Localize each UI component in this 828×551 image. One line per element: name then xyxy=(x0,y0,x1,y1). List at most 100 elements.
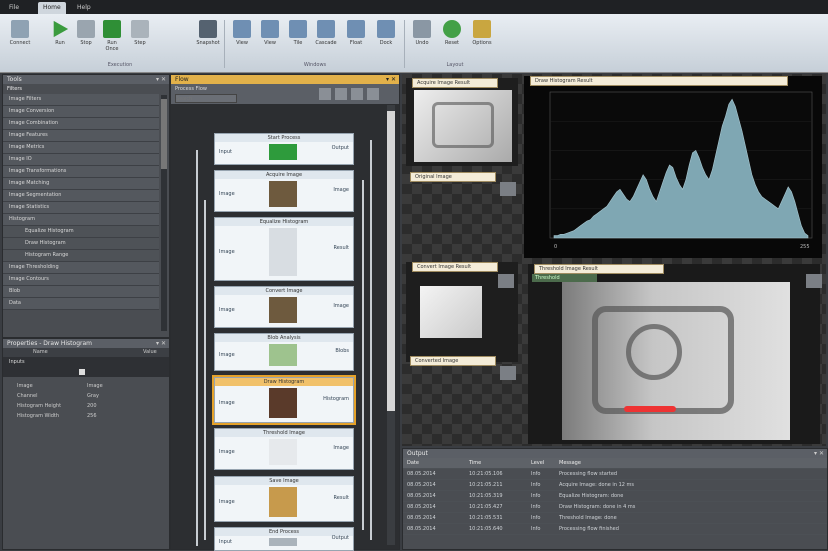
flow-node-input[interactable]: Input xyxy=(219,149,232,155)
histogram-view[interactable]: Draw Histogram Result 0 255 xyxy=(524,76,822,258)
acquire-image-view[interactable]: Acquire Image Result xyxy=(406,78,518,166)
flow-node-input[interactable]: Image xyxy=(219,499,235,505)
flow-node-input[interactable]: Image xyxy=(219,352,235,358)
view-pin-icon[interactable] xyxy=(500,182,516,196)
tools-scrollbar[interactable] xyxy=(161,95,167,331)
flow-node-output[interactable]: Output xyxy=(332,535,349,541)
tab-home[interactable]: Home xyxy=(38,2,66,14)
tree-item[interactable]: Image Conversion xyxy=(3,106,159,118)
run-button[interactable]: Run xyxy=(48,20,72,46)
play-icon xyxy=(53,20,69,38)
view-pin-icon[interactable] xyxy=(498,274,514,288)
tile-button[interactable]: Tile xyxy=(286,20,310,46)
tree-root[interactable]: Filters xyxy=(3,84,169,94)
close-icon[interactable]: ▾ ✕ xyxy=(156,339,166,348)
tree-item[interactable]: Image Contours xyxy=(3,274,159,286)
property-row[interactable]: Histogram Width 256 xyxy=(3,411,169,421)
tree-item[interactable]: Image Transformations xyxy=(3,166,159,178)
zoom-in-icon[interactable] xyxy=(335,88,347,100)
view-button-1[interactable]: View xyxy=(230,20,254,46)
threshold-image-view[interactable]: Threshold Image Result Threshold xyxy=(528,264,820,444)
flow-node-input[interactable]: Image xyxy=(219,307,235,313)
connect-button[interactable]: Connect xyxy=(8,20,32,46)
tree-item[interactable]: Draw Histogram xyxy=(3,238,159,250)
view-pin-icon[interactable] xyxy=(806,274,822,288)
step-button[interactable]: Step xyxy=(128,20,152,46)
tab-help[interactable]: Help xyxy=(72,2,96,14)
tree-item[interactable]: Image Combination xyxy=(3,118,159,130)
flow-node[interactable]: Blob Analysis Image Blobs xyxy=(214,333,354,371)
flow-node-output[interactable]: Result xyxy=(334,495,349,501)
close-icon[interactable]: ▾ ✕ xyxy=(814,449,824,458)
close-icon[interactable]: ▾ ✕ xyxy=(386,75,396,84)
tree-item[interactable]: Image IO xyxy=(3,154,159,166)
tab-file[interactable]: File xyxy=(4,2,24,14)
flow-node[interactable]: Threshold Image Image Image xyxy=(214,428,354,470)
output-date: 08.05.2014 xyxy=(407,471,436,477)
flow-node-output[interactable]: Histogram xyxy=(323,396,349,402)
output-row[interactable]: 08.05.2014 10:21:05.106 Info Processing flo… xyxy=(403,469,827,480)
flow-scrollbar[interactable] xyxy=(387,105,395,545)
flow-node-output[interactable]: Blobs xyxy=(335,348,349,354)
fit-icon[interactable] xyxy=(351,88,363,100)
property-row[interactable]: Channel Gray xyxy=(3,391,169,401)
output-time: 10:21:05.211 xyxy=(469,482,503,488)
output-row[interactable]: 08.05.2014 10:21:05.531 Info Threshold Imag… xyxy=(403,513,827,524)
stop-button[interactable]: Stop xyxy=(74,20,98,46)
threshold-icon xyxy=(269,439,297,465)
tree-item[interactable]: Image Thresholding xyxy=(3,262,159,274)
output-row[interactable]: 08.05.2014 10:21:05.427 Info Draw Histogram… xyxy=(403,502,827,513)
undo-button[interactable]: Undo xyxy=(410,20,434,46)
tree-item[interactable]: Histogram Range xyxy=(3,250,159,262)
output-row[interactable]: 08.05.2014 10:21:05.640 Info Processing flo… xyxy=(403,524,827,535)
snapshot-button[interactable]: Snapshot xyxy=(196,20,220,46)
ribbon: Connect Run Stop Run Once Step Snapshot … xyxy=(0,14,828,73)
checkbox[interactable] xyxy=(79,369,85,375)
property-row[interactable]: Histogram Height 200 xyxy=(3,401,169,411)
float-button[interactable]: Float xyxy=(344,20,368,46)
tree-item[interactable]: Image Segmentation xyxy=(3,190,159,202)
tree-item[interactable]: Image Matching xyxy=(3,178,159,190)
run-once-button[interactable]: Run Once xyxy=(100,20,124,52)
reset-button[interactable]: Reset xyxy=(440,20,464,46)
view-button-2[interactable]: View xyxy=(258,20,282,46)
flow-node[interactable]: End Process Input Output xyxy=(214,527,354,551)
flow-node[interactable]: Save Image Image Result xyxy=(214,476,354,522)
settings-icon[interactable] xyxy=(367,88,379,100)
flow-node-input[interactable]: Image xyxy=(219,400,235,406)
tree-item[interactable]: Data xyxy=(3,298,159,310)
flow-node[interactable]: Acquire Image Image Image xyxy=(214,170,354,212)
dock-button[interactable]: Dock xyxy=(374,20,398,46)
tree-item[interactable]: Image Features xyxy=(3,130,159,142)
play-once-icon xyxy=(103,20,121,38)
tree-item[interactable]: Histogram xyxy=(3,214,159,226)
close-icon[interactable]: ▾ ✕ xyxy=(156,75,166,84)
flow-node-input[interactable]: Image xyxy=(219,191,235,197)
property-row[interactable]: Image Image xyxy=(3,381,169,391)
output-message: Threshold Image: done xyxy=(559,515,617,521)
options-button[interactable]: Options xyxy=(470,20,494,46)
output-row[interactable]: 08.05.2014 10:21:05.319 Info Equalize Histo… xyxy=(403,491,827,502)
tree-item[interactable]: Image Statistics xyxy=(3,202,159,214)
flow-node-input[interactable]: Input xyxy=(219,539,232,545)
flow-node-output[interactable]: Image xyxy=(333,187,349,193)
tree-item[interactable]: Image Filters xyxy=(3,94,159,106)
flow-node-output[interactable]: Image xyxy=(333,303,349,309)
flow-node-input[interactable]: Image xyxy=(219,249,235,255)
flow-node[interactable]: Convert Image Image Image xyxy=(214,286,354,328)
tree-item[interactable]: Blob xyxy=(3,286,159,298)
flow-node[interactable]: Equalize Histogram Image Result xyxy=(214,217,354,281)
zoom-out-icon[interactable] xyxy=(319,88,331,100)
flow-node-input[interactable]: Image xyxy=(219,449,235,455)
flow-node[interactable]: Draw Histogram Image Histogram xyxy=(212,375,356,425)
flow-node[interactable]: Start Process Input Output xyxy=(214,133,354,165)
flow-node-output[interactable]: Image xyxy=(333,445,349,451)
tree-item[interactable]: Image Metrics xyxy=(3,142,159,154)
tree-item[interactable]: Equalize Histogram xyxy=(3,226,159,238)
output-row[interactable]: 08.05.2014 10:21:05.211 Info Acquire Image:… xyxy=(403,480,827,491)
flow-node-output[interactable]: Result xyxy=(334,245,349,251)
flow-node-output[interactable]: Output xyxy=(332,145,349,151)
cascade-button[interactable]: Cascade xyxy=(314,20,338,46)
flow-filter-input[interactable] xyxy=(175,94,237,103)
view-pin-icon[interactable] xyxy=(500,366,516,380)
